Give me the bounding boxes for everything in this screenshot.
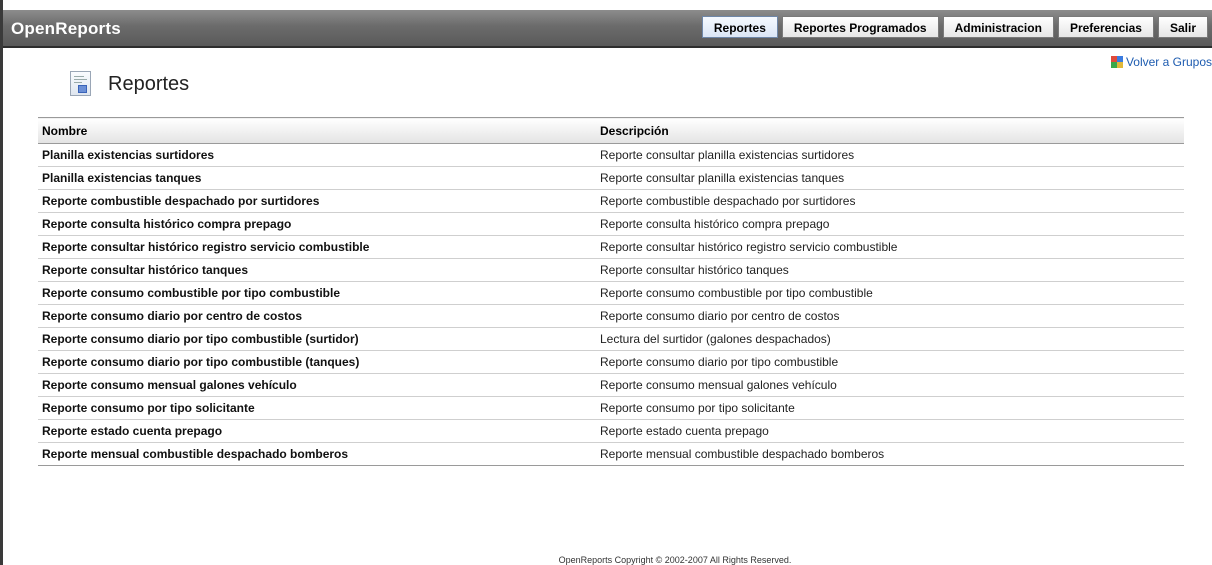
table-row[interactable]: Reporte consumo mensual galones vehículo… <box>38 373 1184 397</box>
report-name[interactable]: Reporte consumo diario por centro de cos… <box>38 304 596 328</box>
reports-table: Nombre Descripción Planilla existencias … <box>38 117 1184 466</box>
table-row[interactable]: Reporte consumo por tipo solicitante Repo… <box>38 396 1184 420</box>
report-description: Reporte consumo diario por tipo combusti… <box>596 350 1184 374</box>
report-name[interactable]: Reporte consumo diario por tipo combusti… <box>38 327 596 351</box>
nav-reportes-programados-button[interactable]: Reportes Programados <box>781 16 939 38</box>
report-description: Reporte combustible despachado por surti… <box>596 189 1184 213</box>
table-row[interactable]: Reporte combustible despachado por surti… <box>38 189 1184 213</box>
report-name[interactable]: Reporte consumo diario por tipo combusti… <box>38 350 596 374</box>
table-row[interactable]: Reporte mensual combustible despachado b… <box>38 442 1184 466</box>
report-description: Reporte consultar planilla existencias s… <box>596 143 1184 167</box>
report-name[interactable]: Reporte mensual combustible despachado b… <box>38 442 596 466</box>
report-document-icon <box>70 71 91 96</box>
table-row[interactable]: Reporte consulta histórico compra prepag… <box>38 212 1184 236</box>
table-row[interactable]: Reporte consumo diario por tipo combusti… <box>38 350 1184 374</box>
report-name[interactable]: Planilla existencias surtidores <box>38 143 596 167</box>
table-row[interactable]: Reporte consumo combustible por tipo com… <box>38 281 1184 305</box>
nav-reportes-button[interactable]: Reportes <box>701 16 778 38</box>
column-header-description[interactable]: Descripción <box>596 117 1184 144</box>
report-description: Lectura del surtidor (galones despachado… <box>596 327 1184 351</box>
main-nav: Reportes Reportes Programados Administra… <box>701 16 1208 38</box>
report-description: Reporte consultar histórico tanques <box>596 258 1184 282</box>
report-description: Reporte consumo combustible por tipo com… <box>596 281 1184 305</box>
report-description: Reporte mensual combustible despachado b… <box>596 442 1184 466</box>
report-description: Reporte consumo mensual galones vehículo <box>596 373 1184 397</box>
report-name[interactable]: Reporte consultar histórico tanques <box>38 258 596 282</box>
column-header-name[interactable]: Nombre <box>38 117 596 144</box>
groups-grid-icon <box>1110 56 1123 68</box>
report-name[interactable]: Planilla existencias tanques <box>38 166 596 190</box>
report-description: Reporte consumo por tipo solicitante <box>596 396 1184 420</box>
table-row[interactable]: Planilla existencias surtidores Reporte c… <box>38 143 1184 167</box>
back-to-groups-label[interactable]: Volver a Grupos <box>1126 55 1212 69</box>
table-row[interactable]: Reporte consultar histórico registro ser… <box>38 235 1184 259</box>
report-name[interactable]: Reporte estado cuenta prepago <box>38 419 596 443</box>
table-row[interactable]: Planilla existencias tanques Reporte cons… <box>38 166 1184 190</box>
table-header-row: Nombre Descripción <box>38 117 1184 144</box>
table-row[interactable]: Reporte consumo diario por centro de cos… <box>38 304 1184 328</box>
top-bar: OpenReports Reportes Reportes Programado… <box>3 10 1212 48</box>
table-row[interactable]: Reporte consultar histórico tanques Repor… <box>38 258 1184 282</box>
report-description: Reporte consumo diario por centro de cos… <box>596 304 1184 328</box>
report-description: Reporte consultar histórico registro ser… <box>596 235 1184 259</box>
table-row[interactable]: Reporte consumo diario por tipo combusti… <box>38 327 1184 351</box>
report-description: Reporte estado cuenta prepago <box>596 419 1184 443</box>
window-frame-left <box>0 0 3 565</box>
nav-administracion-button[interactable]: Administracion <box>942 16 1054 38</box>
table-row[interactable]: Reporte estado cuenta prepago Reporte est… <box>38 419 1184 443</box>
copyright-footer: OpenReports Copyright © 2002-2007 All Ri… <box>558 555 792 565</box>
report-name[interactable]: Reporte consumo combustible por tipo com… <box>38 281 596 305</box>
nav-salir-button[interactable]: Salir <box>1157 16 1208 38</box>
report-name[interactable]: Reporte consultar histórico registro ser… <box>38 235 596 259</box>
report-description: Reporte consultar planilla existencias t… <box>596 166 1184 190</box>
nav-preferencias-button[interactable]: Preferencias <box>1057 16 1154 38</box>
report-name[interactable]: Reporte consumo mensual galones vehículo <box>38 373 596 397</box>
back-to-groups-link[interactable]: Volver a Grupos <box>1110 55 1212 69</box>
report-name[interactable]: Reporte consumo por tipo solicitante <box>38 396 596 420</box>
report-name[interactable]: Reporte consulta histórico compra prepag… <box>38 212 596 236</box>
page-title: Reportes <box>108 73 190 95</box>
app-logo: OpenReports <box>11 19 121 38</box>
report-description: Reporte consulta histórico compra prepag… <box>596 212 1184 236</box>
report-name[interactable]: Reporte combustible despachado por surti… <box>38 189 596 213</box>
